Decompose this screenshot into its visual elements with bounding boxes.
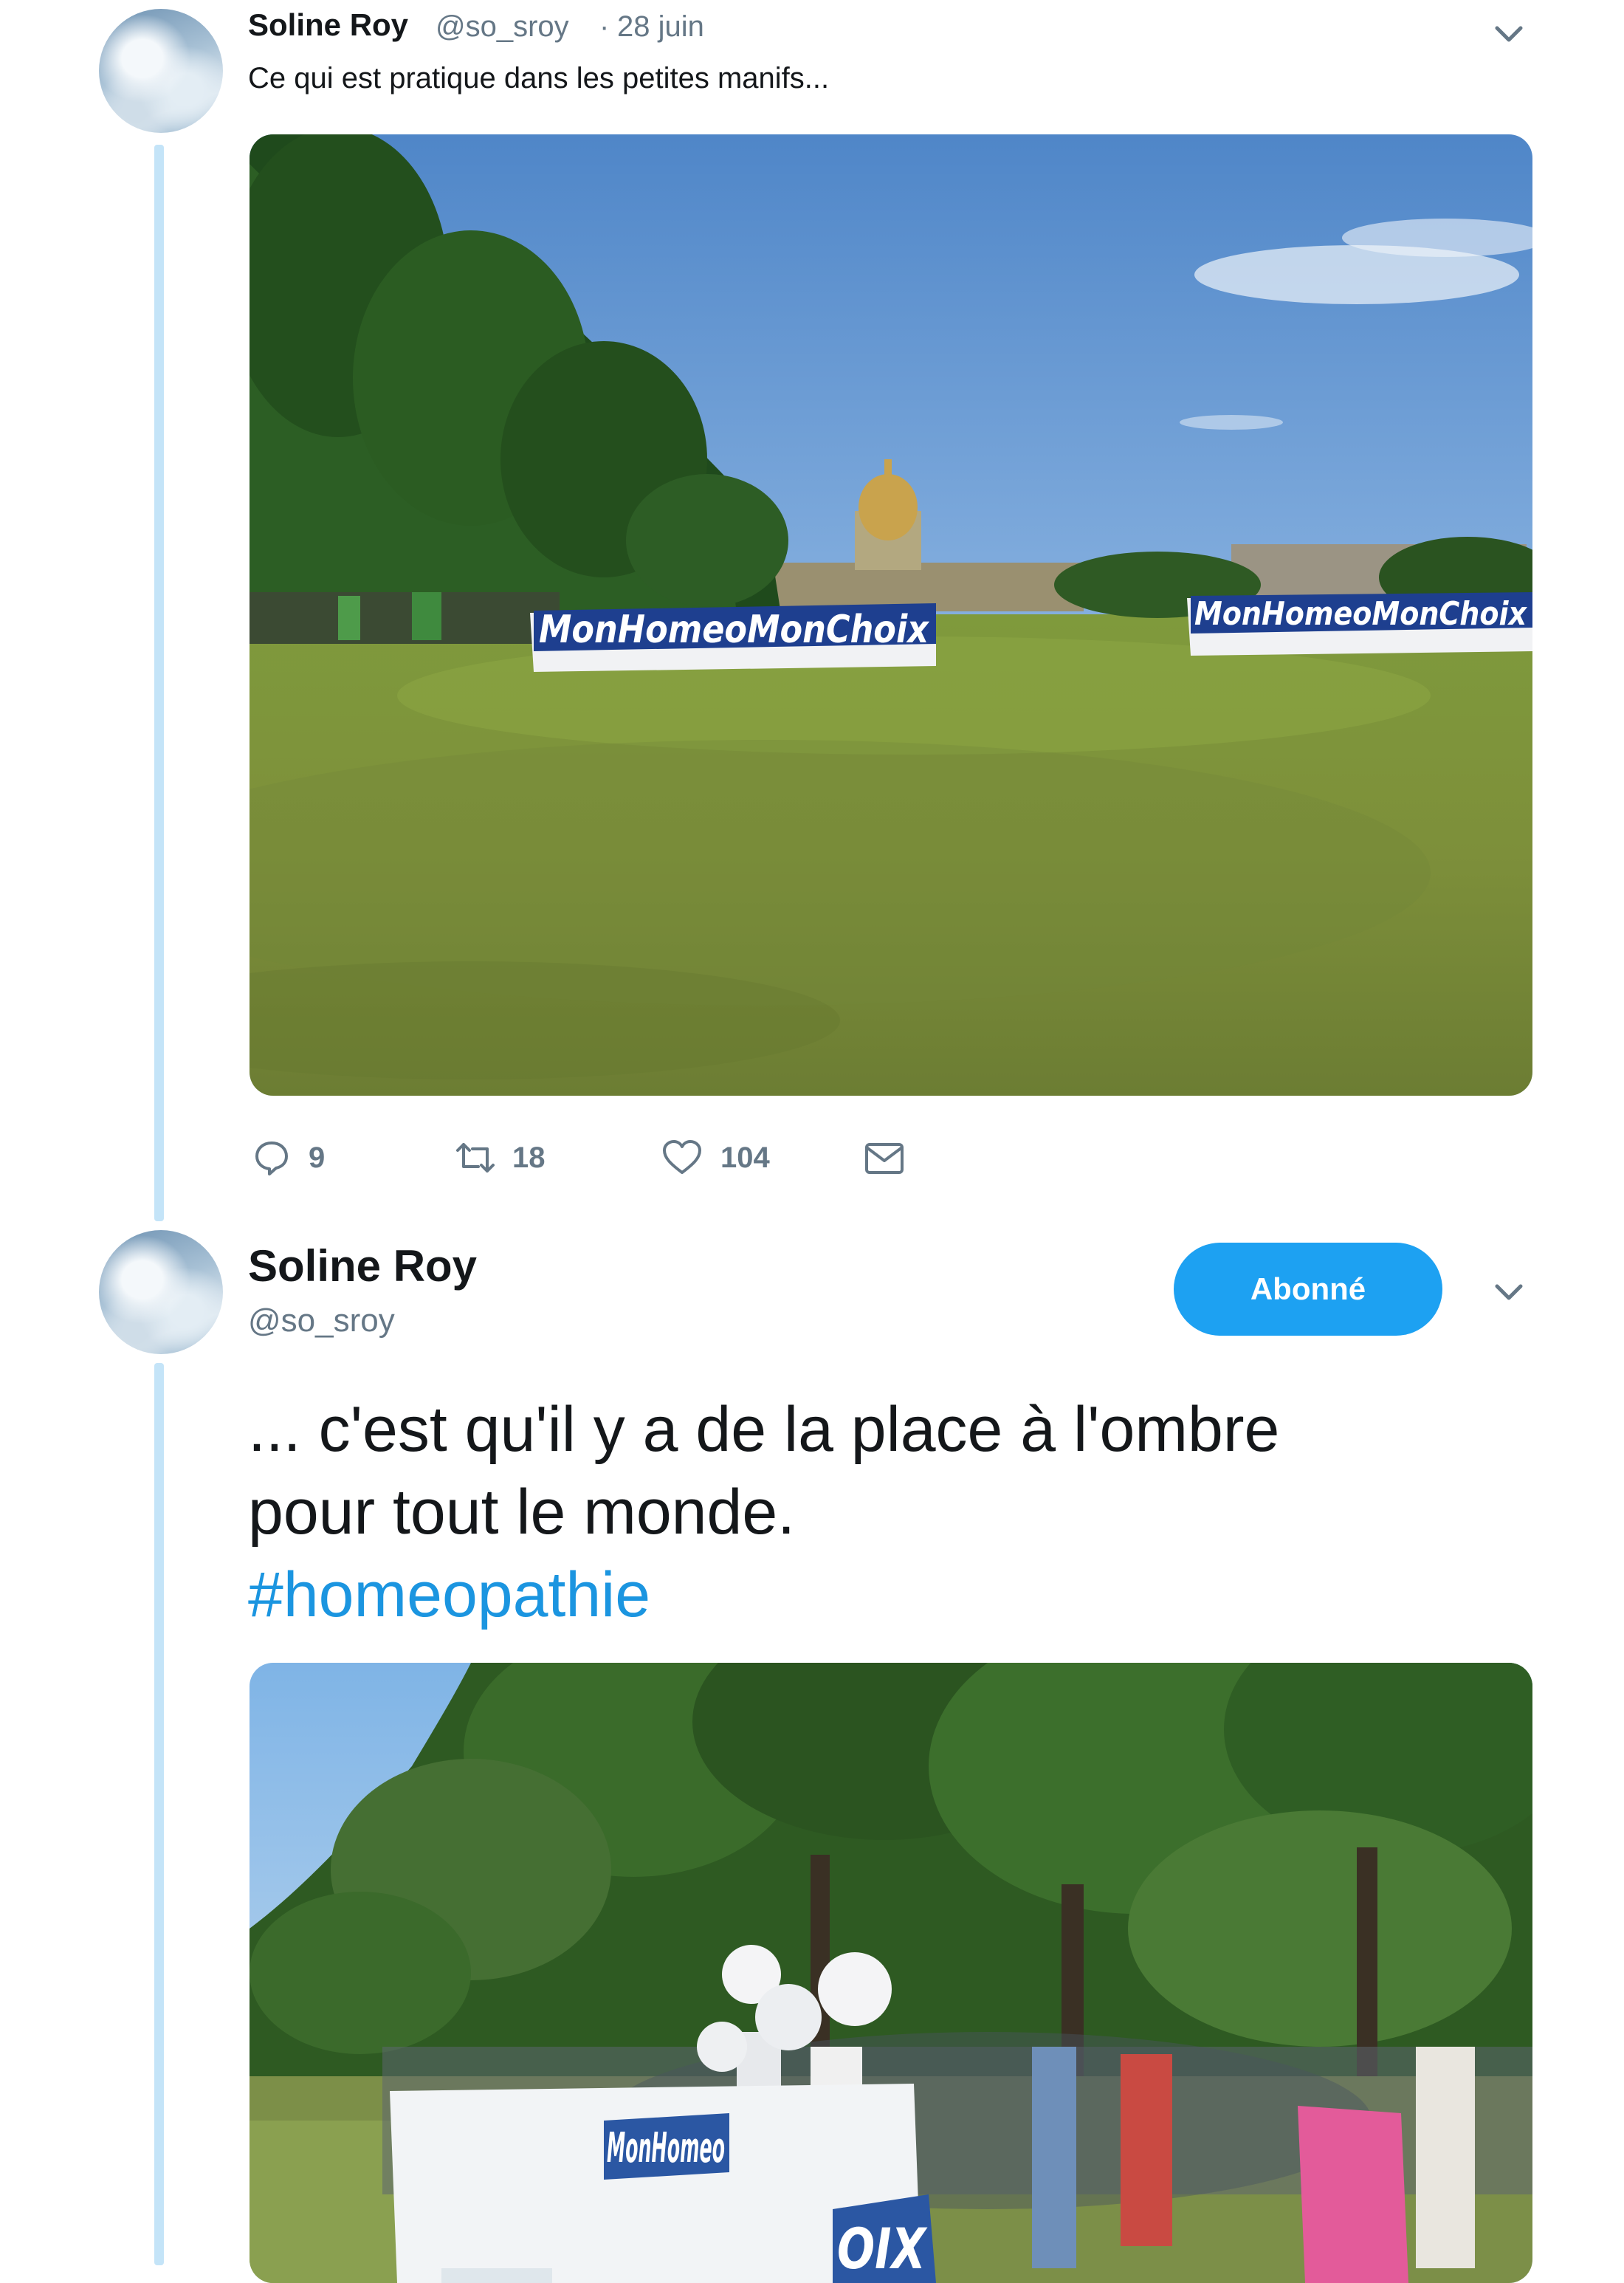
chevron-down-icon[interactable] xyxy=(1493,1276,1525,1308)
author-name[interactable]: Soline Roy xyxy=(248,7,408,43)
tweet-text: Ce qui est pratique dans les petites man… xyxy=(248,62,830,95)
like-count: 104 xyxy=(720,1141,770,1174)
author-handle[interactable]: @so_sroy xyxy=(436,10,569,44)
tweet-photo[interactable]: MonHomeo OIX xyxy=(250,1663,1532,2283)
retweet-button[interactable]: 18 xyxy=(452,1128,546,1187)
sign-text: MonHomeo xyxy=(607,2124,725,2172)
meta-separator: · xyxy=(599,10,610,43)
reply-button[interactable]: 9 xyxy=(251,1128,325,1187)
chevron-down-icon[interactable] xyxy=(1493,18,1525,50)
tweet-text-line: ... c'est qu'il y a de la place à l'ombr… xyxy=(248,1394,1280,1465)
direct-message-button[interactable] xyxy=(862,1128,906,1187)
retweet-icon xyxy=(456,1143,495,1173)
tweet-photo[interactable]: MonHomeoMonChoix MonHomeoMonChoix xyxy=(250,134,1532,1096)
tweet-text: ... c'est qu'il y a de la place à l'ombr… xyxy=(248,1388,1503,1554)
following-button[interactable]: Abonné xyxy=(1174,1243,1442,1336)
reply-count: 9 xyxy=(309,1141,326,1174)
avatar[interactable] xyxy=(99,9,223,133)
sign-text-right: MonHomeoMonChoix xyxy=(1194,595,1527,633)
avatar[interactable] xyxy=(99,1230,223,1354)
retweet-count: 18 xyxy=(512,1141,546,1174)
like-button[interactable]: 104 xyxy=(660,1128,770,1187)
author-name[interactable]: Soline Roy xyxy=(248,1240,477,1291)
heart-icon xyxy=(663,1140,701,1174)
envelope-icon xyxy=(865,1143,904,1174)
hashtag-link[interactable]: #homeopathie xyxy=(248,1554,650,1636)
tweet-date[interactable]: 28 juin xyxy=(617,10,704,44)
sign-text-left: MonHomeoMonChoix xyxy=(539,608,929,652)
reply-icon xyxy=(255,1142,288,1175)
sign-text-tail: OIX xyxy=(837,2216,928,2282)
thread-line xyxy=(154,1363,164,2265)
tweet-text-line: pour tout le monde. xyxy=(248,1477,796,1548)
author-handle[interactable]: @so_sroy xyxy=(248,1302,395,1339)
thread-line xyxy=(154,145,164,1221)
